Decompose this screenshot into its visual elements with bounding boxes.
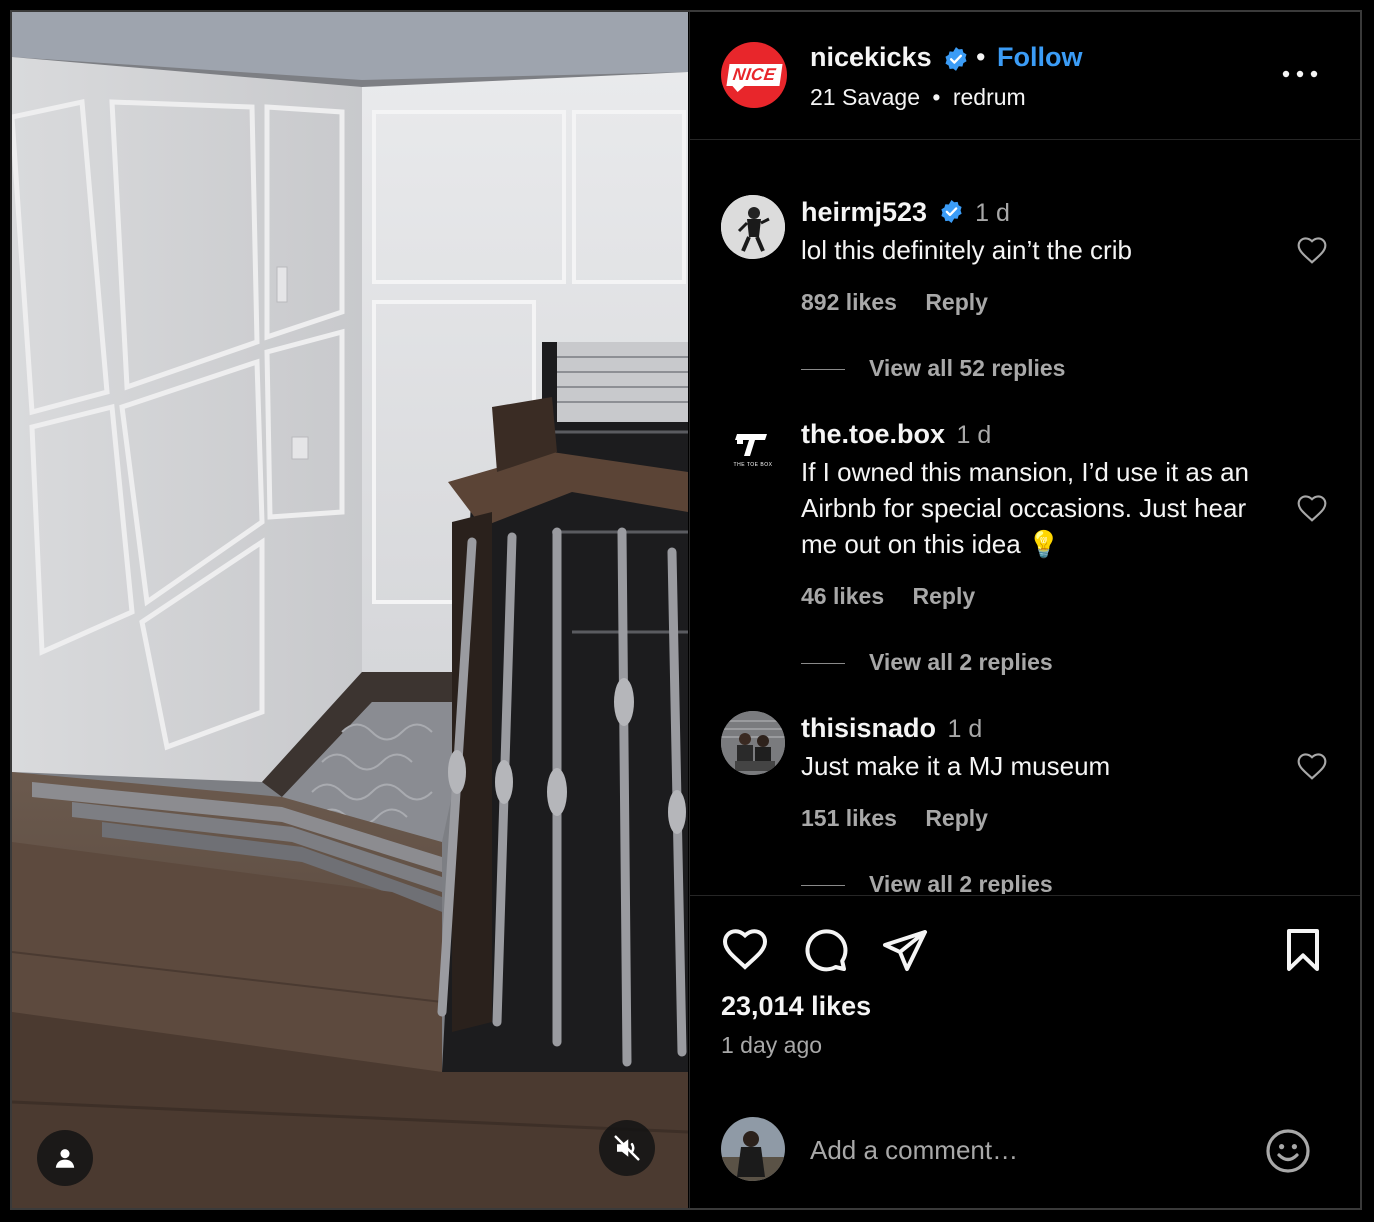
comment-text: Just make it a MJ museum — [801, 751, 1111, 781]
commenter-username[interactable]: thisisnado — [801, 713, 936, 743]
audio-attribution[interactable]: 21 Savage • redrum — [810, 84, 1026, 111]
commenter-avatar[interactable] — [721, 195, 785, 259]
audio-track: redrum — [952, 84, 1026, 110]
commenter-avatar-logo — [721, 417, 785, 481]
reply-button[interactable]: Reply — [925, 805, 988, 831]
commenter-username[interactable]: the.toe.box — [801, 419, 945, 449]
view-replies-label: View all 2 replies — [869, 871, 1053, 894]
comment-likes-count[interactable]: 892 likes — [801, 289, 897, 315]
commenter-avatar-image — [721, 711, 785, 775]
heart-icon[interactable] — [721, 926, 769, 974]
heart-icon[interactable] — [1295, 235, 1329, 267]
comment-header: thisisnado 1 d — [801, 713, 982, 744]
paper-plane-icon[interactable] — [881, 926, 929, 974]
post-likes-count[interactable]: 23,014 likes — [721, 991, 871, 1022]
author-avatar-logo-text: NICE — [726, 64, 782, 86]
verified-badge-icon — [945, 47, 967, 71]
heart-icon[interactable] — [1295, 751, 1329, 783]
post-timestamp: 1 day ago — [721, 1032, 823, 1058]
commenter-avatar-caption: THE TOE BOX — [733, 462, 773, 468]
view-replies-button[interactable]: View all 2 replies — [801, 649, 1053, 676]
more-options-icon[interactable] — [1280, 64, 1320, 84]
commenter-avatar[interactable] — [721, 711, 785, 775]
comment-actions: 892 likes Reply — [801, 289, 1010, 316]
header-separator: • — [976, 42, 986, 72]
author-username[interactable]: nicekicks — [810, 42, 932, 73]
post-actions: 23,014 likes 1 day ago — [690, 895, 1360, 1208]
comment-text: lol this definitely ain’t the crib — [801, 235, 1132, 265]
comment-header: heirmj523 1 d — [801, 197, 1010, 228]
comment-text: If I owned this mansion, I’d use it as a… — [801, 457, 1250, 559]
replies-divider — [801, 885, 845, 887]
follow-button[interactable]: Follow — [997, 42, 1082, 73]
comment-header: the.toe.box 1 d — [801, 419, 991, 450]
comments-list[interactable]: heirmj523 1 d lol this definitely ain’t … — [690, 141, 1360, 894]
bookmark-icon[interactable] — [1279, 926, 1327, 974]
view-replies-label: View all 52 replies — [869, 355, 1066, 381]
heart-icon[interactable] — [1295, 493, 1329, 525]
commenter-avatar[interactable]: THE TOE BOX — [721, 417, 785, 481]
comment-timestamp: 1 d — [947, 715, 983, 743]
muted-speaker-icon — [614, 1135, 640, 1161]
reply-button[interactable]: Reply — [925, 289, 988, 315]
comment-likes-count[interactable]: 151 likes — [801, 805, 897, 831]
comment-actions: 151 likes Reply — [801, 805, 1010, 832]
replies-divider — [801, 663, 845, 665]
commenter-username[interactable]: heirmj523 — [801, 197, 927, 227]
audio-artist: 21 Savage — [810, 84, 920, 110]
view-replies-button[interactable]: View all 2 replies — [801, 871, 1053, 894]
comment-likes-count[interactable]: 46 likes — [801, 583, 884, 609]
comment-actions: 46 likes Reply — [801, 583, 997, 610]
unmute-button[interactable] — [599, 1120, 655, 1176]
current-user-avatar[interactable] — [721, 1117, 785, 1181]
emoji-icon[interactable] — [1264, 1127, 1312, 1175]
author-avatar[interactable]: NICE — [721, 42, 787, 108]
commenter-avatar-image — [721, 195, 785, 259]
view-replies-label: View all 2 replies — [869, 649, 1053, 675]
post-header: NICE nicekicks • Follow 21 Savage • redr… — [690, 12, 1360, 140]
comment-bubble-icon[interactable] — [801, 926, 849, 974]
video-frame-staircase — [12, 12, 688, 1208]
verified-badge-icon — [940, 200, 962, 224]
instagram-post-modal: NICE nicekicks • Follow 21 Savage • redr… — [10, 10, 1362, 1210]
audio-separator: • — [932, 84, 941, 110]
post-video[interactable] — [12, 12, 688, 1208]
post-sidebar: NICE nicekicks • Follow 21 Savage • redr… — [689, 12, 1360, 1208]
current-user-avatar-image — [721, 1117, 785, 1181]
comment-timestamp: 1 d — [975, 199, 1010, 227]
reply-button[interactable]: Reply — [913, 583, 976, 609]
tagged-users-button[interactable] — [37, 1130, 93, 1186]
comment-timestamp: 1 d — [956, 421, 992, 449]
replies-divider — [801, 369, 845, 371]
view-replies-button[interactable]: View all 52 replies — [801, 355, 1065, 382]
add-comment-input[interactable] — [810, 1128, 1240, 1172]
user-tag-icon — [55, 1149, 75, 1168]
